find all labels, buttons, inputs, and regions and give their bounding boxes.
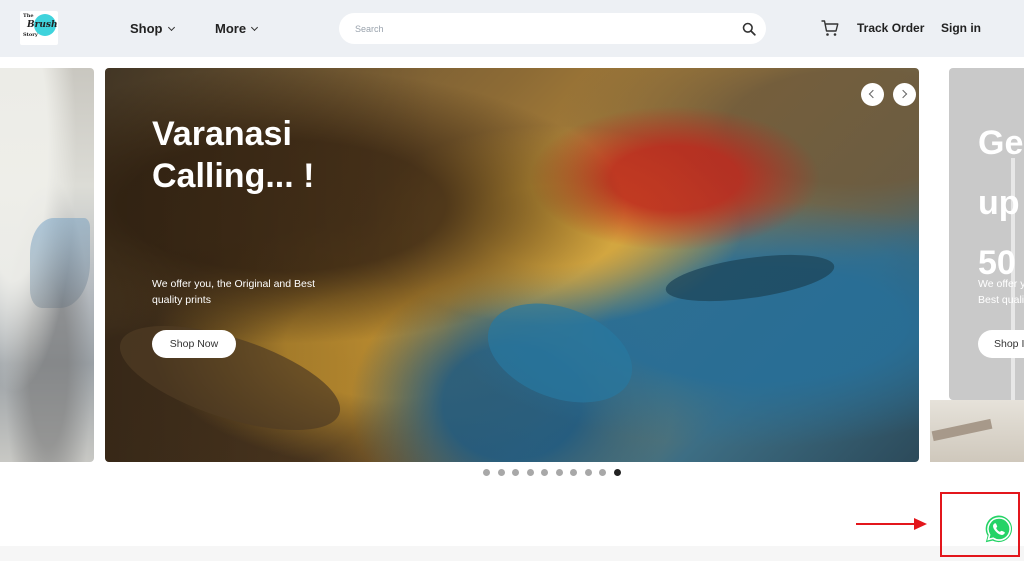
carousel-dot[interactable] [555,469,563,476]
carousel-dot[interactable] [497,469,505,476]
sign-in-link[interactable]: Sign in [941,21,981,35]
slide-subtitle: We offer you, the Original and Best qual… [152,278,316,306]
chevron-down-icon [167,23,175,32]
page: The Brush Story Shop More Track Order Si… [0,0,1024,561]
boat-shape [663,246,837,310]
nav-more-label: More [215,21,247,36]
next-slide-subtitle: We offer y Best qualit [978,276,1024,308]
logo-text-line1: The [23,13,34,19]
brand-logo[interactable]: The Brush Story [20,11,58,45]
chevron-down-icon [251,23,259,32]
carousel-slide-next-image [930,400,1024,462]
shop-now-button[interactable]: Shop Now [152,330,236,358]
carousel-dot[interactable] [526,469,534,476]
site-header: The Brush Story Shop More Track Order Si… [0,0,1024,57]
carousel-slide-previous[interactable] [0,68,94,462]
track-order-link[interactable]: Track Order [857,21,924,35]
chevron-right-icon [898,89,908,99]
carousel-dot[interactable] [570,469,577,476]
nav-shop-label: Shop [130,21,163,36]
next-slide-title-line: up [978,184,1020,222]
nav-more[interactable]: More [215,21,259,36]
section-divider [0,546,1024,561]
search-input[interactable] [355,21,715,36]
slide-title: Varanasi Calling... ! [152,115,315,195]
logo-text-line3: Story [23,32,38,38]
annotation-arrow-icon [856,518,927,530]
carousel-dot[interactable] [599,469,606,476]
search-icon[interactable] [742,22,756,36]
next-slide-subtitle-line: Best qualit [978,294,1024,306]
boat-shape [474,285,646,421]
carousel-dot[interactable] [512,469,519,476]
carousel-dot[interactable] [483,469,490,476]
carousel-slide-next[interactable]: Ge up 50 We offer y Best qualit Shop I [949,68,1024,400]
logo-text-line2: Brush [27,20,58,30]
next-slide-title: Ge up 50 [978,113,1024,293]
carousel-slide-active[interactable]: Varanasi Calling... ! We offer you, the … [105,68,919,462]
search-bar [339,13,766,44]
carousel-dot-active[interactable] [613,469,621,476]
carousel-next-button[interactable] [893,83,916,106]
next-slide-title-line: Ge [978,124,1024,162]
carousel-dot[interactable] [584,469,592,476]
cart-icon[interactable] [820,18,840,38]
carousel-dot[interactable] [541,469,548,476]
next-slide-subtitle-line: We offer y [978,278,1024,290]
carousel-prev-button[interactable] [861,83,884,106]
whatsapp-icon[interactable] [983,513,1015,545]
chevron-left-icon [868,89,878,99]
nav-shop[interactable]: Shop [130,21,175,36]
next-slide-shop-button[interactable]: Shop I [978,330,1024,358]
